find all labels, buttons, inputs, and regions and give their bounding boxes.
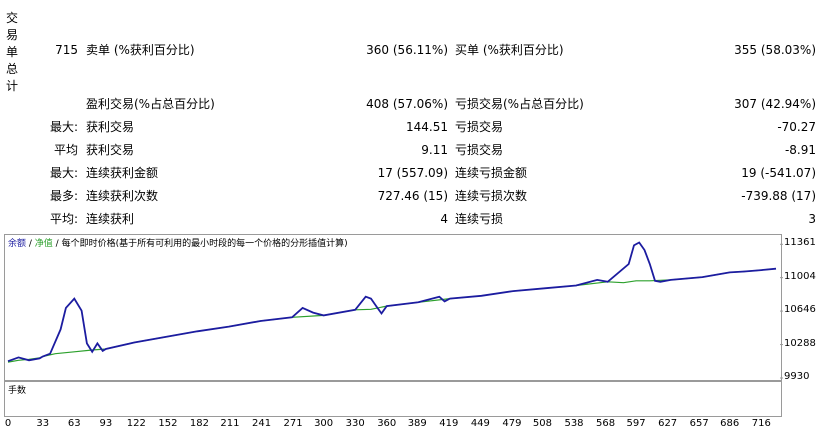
x-tick-label: 419: [439, 418, 459, 429]
section-title-vertical: 交 易 单 总 计: [6, 10, 20, 95]
stat-right-label: 连续亏损次数: [455, 189, 528, 203]
legend-desc: 每个即时价格(基于所有可利用的最小时段的每一个价格的分形插值计算): [61, 239, 348, 249]
loss-trades-label: 亏损交易(%占总百分比): [455, 97, 584, 111]
buy-value: 355 (58.03%): [734, 43, 816, 57]
stat-left-value: 4: [440, 212, 448, 226]
x-tick-label: 657: [689, 418, 709, 429]
title-char: 交: [6, 11, 19, 25]
x-tick-label: 241: [251, 418, 272, 429]
total-trades-value: 715: [55, 43, 78, 57]
y-tick-label: 10288: [784, 337, 816, 349]
x-tick-label: 479: [502, 418, 522, 429]
profit-trades-label: 盈利交易(%占总百分比): [86, 97, 215, 111]
title-char: 单: [6, 45, 19, 59]
y-tick-label: 11004: [784, 270, 816, 282]
x-tick-label: 211: [220, 418, 240, 429]
x-tick-label: 152: [158, 418, 178, 429]
x-tick-label: 33: [36, 418, 50, 429]
stat-prefix: 最大:: [49, 166, 78, 180]
lots-chart: [4, 381, 782, 417]
stat-right-value: -739.88 (17): [741, 189, 816, 203]
stat-prefix: 平均: [53, 143, 78, 157]
x-tick-label: 122: [126, 418, 146, 429]
x-tick-label: 271: [283, 418, 303, 429]
x-tick-label: 330: [345, 418, 365, 429]
title-char: 总: [6, 62, 19, 76]
stat-right-value: -70.27: [777, 120, 816, 134]
loss-trades-value: 307 (42.94%): [734, 97, 816, 111]
x-tick-label: 389: [407, 418, 427, 429]
stat-right-value: 19 (-541.07): [741, 166, 816, 180]
stat-right-value: -8.91: [784, 143, 816, 157]
stat-prefix: 最大:: [49, 120, 78, 134]
stat-prefix: 最多:: [49, 189, 78, 203]
x-tick-label: 63: [67, 418, 81, 429]
x-tick-label: 360: [377, 418, 397, 429]
lots-label: 手数: [8, 386, 27, 396]
buy-label: 买单 (%获利百分比): [455, 43, 564, 57]
sell-value: 360 (56.11%): [366, 43, 448, 57]
x-tick-label: 508: [532, 418, 552, 429]
y-tick-label: 11361: [784, 237, 816, 249]
legend-sep: /: [26, 239, 35, 249]
x-tick-label: 627: [658, 418, 678, 429]
title-char: 计: [6, 79, 19, 93]
stat-left-label: 连续获利金额: [86, 166, 159, 180]
y-tick-label: 9930: [784, 371, 810, 382]
legend-sep: /: [52, 239, 62, 249]
x-tick-label: 0: [4, 418, 12, 429]
stat-left-label: 获利交易: [86, 143, 135, 157]
stat-right-label: 连续亏损金额: [455, 166, 528, 180]
legend-balance: 余额: [8, 239, 27, 249]
stat-left-label: 获利交易: [86, 120, 135, 134]
y-tick-label: 10646: [784, 304, 816, 316]
x-tick-label: 93: [99, 418, 113, 429]
stat-left-value: 17 (557.09): [377, 166, 448, 180]
stat-right-label: 亏损交易: [455, 143, 504, 157]
x-tick-label: 182: [189, 418, 210, 429]
x-tick-label: 716: [751, 418, 771, 429]
stat-left-value: 9.11: [421, 143, 448, 157]
stat-prefix: 平均:: [49, 212, 78, 226]
stat-left-label: 连续获利: [86, 212, 135, 226]
chart-legend: 余额 / 净值 / 每个即时价格(基于所有可利用的最小时段的每一个价格的分形插值…: [8, 238, 348, 250]
profit-trades-value: 408 (57.06%): [366, 97, 448, 111]
stat-right-label: 连续亏损: [455, 212, 504, 226]
legend-equity: 净值: [34, 239, 53, 249]
x-tick-label: 686: [720, 418, 740, 429]
stat-left-label: 连续获利次数: [86, 189, 159, 203]
x-tick-label: 538: [564, 418, 584, 429]
x-tick-label: 449: [470, 418, 490, 429]
title-char: 易: [6, 28, 19, 42]
x-tick-label: 300: [314, 418, 334, 429]
stat-right-label: 亏损交易: [455, 120, 504, 134]
stat-right-value: 3: [808, 212, 816, 226]
balance-chart: [4, 234, 782, 381]
x-tick-label: 597: [626, 418, 646, 429]
sell-label: 卖单 (%获利百分比): [86, 43, 195, 57]
x-tick-label: 568: [596, 418, 616, 429]
stat-left-value: 144.51: [406, 120, 448, 134]
stat-left-value: 727.46 (15): [377, 189, 448, 203]
